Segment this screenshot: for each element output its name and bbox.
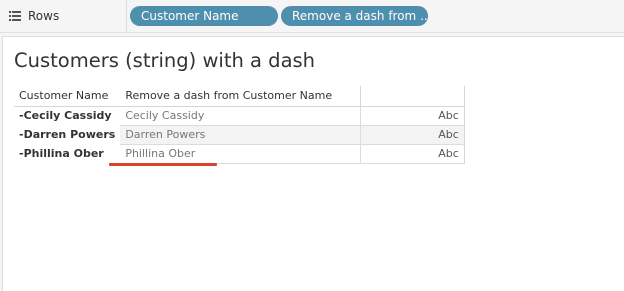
rows-list-icon xyxy=(9,11,21,21)
removed-dash-cell[interactable]: Phillina Ober xyxy=(120,144,361,164)
table-row[interactable]: -Phillina Ober Phillina Ober Abc xyxy=(14,144,465,164)
red-underline-annotation xyxy=(109,163,217,166)
abc-cell[interactable]: Abc xyxy=(360,106,465,126)
abc-cell[interactable]: Abc xyxy=(360,125,465,145)
customer-name-cell[interactable]: -Phillina Ober xyxy=(14,144,120,163)
removed-dash-cell[interactable]: Darren Powers xyxy=(120,125,361,145)
column-header-remove-dash[interactable]: Remove a dash from Customer Name xyxy=(120,86,361,107)
abc-cell[interactable]: Abc xyxy=(360,144,465,164)
sheet-title: Customers (string) with a dash xyxy=(14,49,316,72)
header-row: Customer Name Remove a dash from Custome… xyxy=(14,86,465,107)
column-header-empty xyxy=(360,86,465,107)
customer-name-cell[interactable]: -Darren Powers xyxy=(14,125,120,144)
customer-name-pill[interactable]: Customer Name xyxy=(130,6,278,26)
customer-name-cell[interactable]: -Cecily Cassidy xyxy=(14,106,120,125)
remove-dash-pill[interactable]: Remove a dash from .. xyxy=(281,6,428,26)
rows-label-text: Rows xyxy=(28,9,60,23)
worksheet-view: Customers (string) with a dash Customer … xyxy=(2,36,624,291)
column-header-customer-name[interactable]: Customer Name xyxy=(14,86,121,107)
rows-shelf-label: Rows xyxy=(0,0,127,32)
removed-dash-cell[interactable]: Cecily Cassidy xyxy=(120,106,361,126)
table-row[interactable]: -Cecily Cassidy Cecily Cassidy Abc xyxy=(14,106,465,126)
crosstab-table: Customer Name Remove a dash from Custome… xyxy=(14,86,465,164)
rows-shelf: Rows Customer Name Remove a dash from .. xyxy=(0,0,624,33)
table-row[interactable]: -Darren Powers Darren Powers Abc xyxy=(14,125,465,145)
